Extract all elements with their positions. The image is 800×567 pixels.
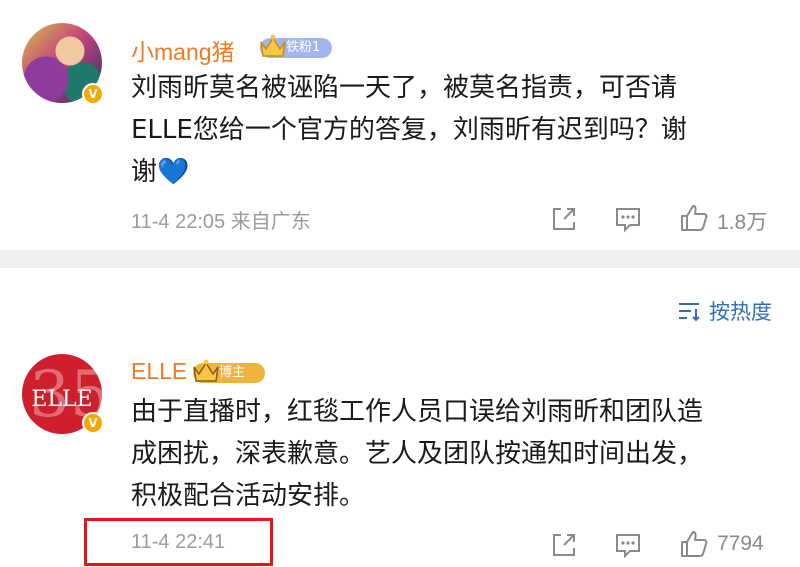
share-icon[interactable] [549, 530, 579, 560]
crown-icon [193, 359, 219, 382]
sort-icon [679, 303, 700, 322]
timestamp: 11-4 22:05 来自广东 [131, 211, 311, 233]
badge-label: 铁粉1 [286, 40, 321, 55]
username[interactable]: 小mang猪 [131, 33, 235, 67]
like-icon[interactable] [679, 529, 709, 559]
like-count: 7794 [717, 532, 764, 555]
verified-icon: V [82, 83, 104, 105]
username[interactable]: ELLE [131, 358, 187, 385]
fan-badge[interactable]: 铁粉1 [260, 34, 332, 58]
comment-line: ELLE您给一个官方的答复，刘雨昕有迟到吗？谢 [131, 115, 687, 145]
like-count: 1.8万 [717, 211, 768, 234]
verified-icon: V [82, 412, 104, 434]
sort-label: 按热度 [709, 300, 772, 324]
comment-line: 积极配合活动安排。 [131, 481, 366, 511]
highlight-box [84, 518, 273, 566]
crown-icon [260, 34, 286, 57]
comment-text: 由于直播时，红毯工作人员口误给刘雨昕和团队造 成困扰，深表歉意。艺人及团队按通知… [131, 391, 771, 517]
comment-text: 刘雨昕莫名被诬陷一天了，被莫名指责，可否请 ELLE您给一个官方的答复，刘雨昕有… [131, 67, 771, 193]
like-icon[interactable] [679, 203, 709, 233]
comment-line: 成困扰，深表歉意。艺人及团队按通知时间出发， [131, 439, 704, 469]
sort-toggle[interactable]: 按热度 [677, 296, 772, 326]
divider [0, 250, 800, 268]
comment-line-text: 谢 [131, 157, 158, 187]
comment-line: 谢💙 [131, 151, 771, 193]
comment-icon[interactable] [613, 530, 643, 560]
blue-heart-emoji: 💙 [157, 157, 190, 187]
comment-line: 由于直播时，红毯工作人员口误给刘雨昕和团队造 [131, 397, 704, 427]
svg-text:ELLE: ELLE [31, 387, 92, 412]
badge-label: 博主 [219, 365, 246, 380]
comment-icon[interactable] [613, 204, 643, 234]
share-icon[interactable] [549, 204, 579, 234]
blogger-badge[interactable]: 博主 [193, 359, 265, 383]
comment-line: 刘雨昕莫名被诬陷一天了，被莫名指责，可否请 [131, 73, 678, 103]
